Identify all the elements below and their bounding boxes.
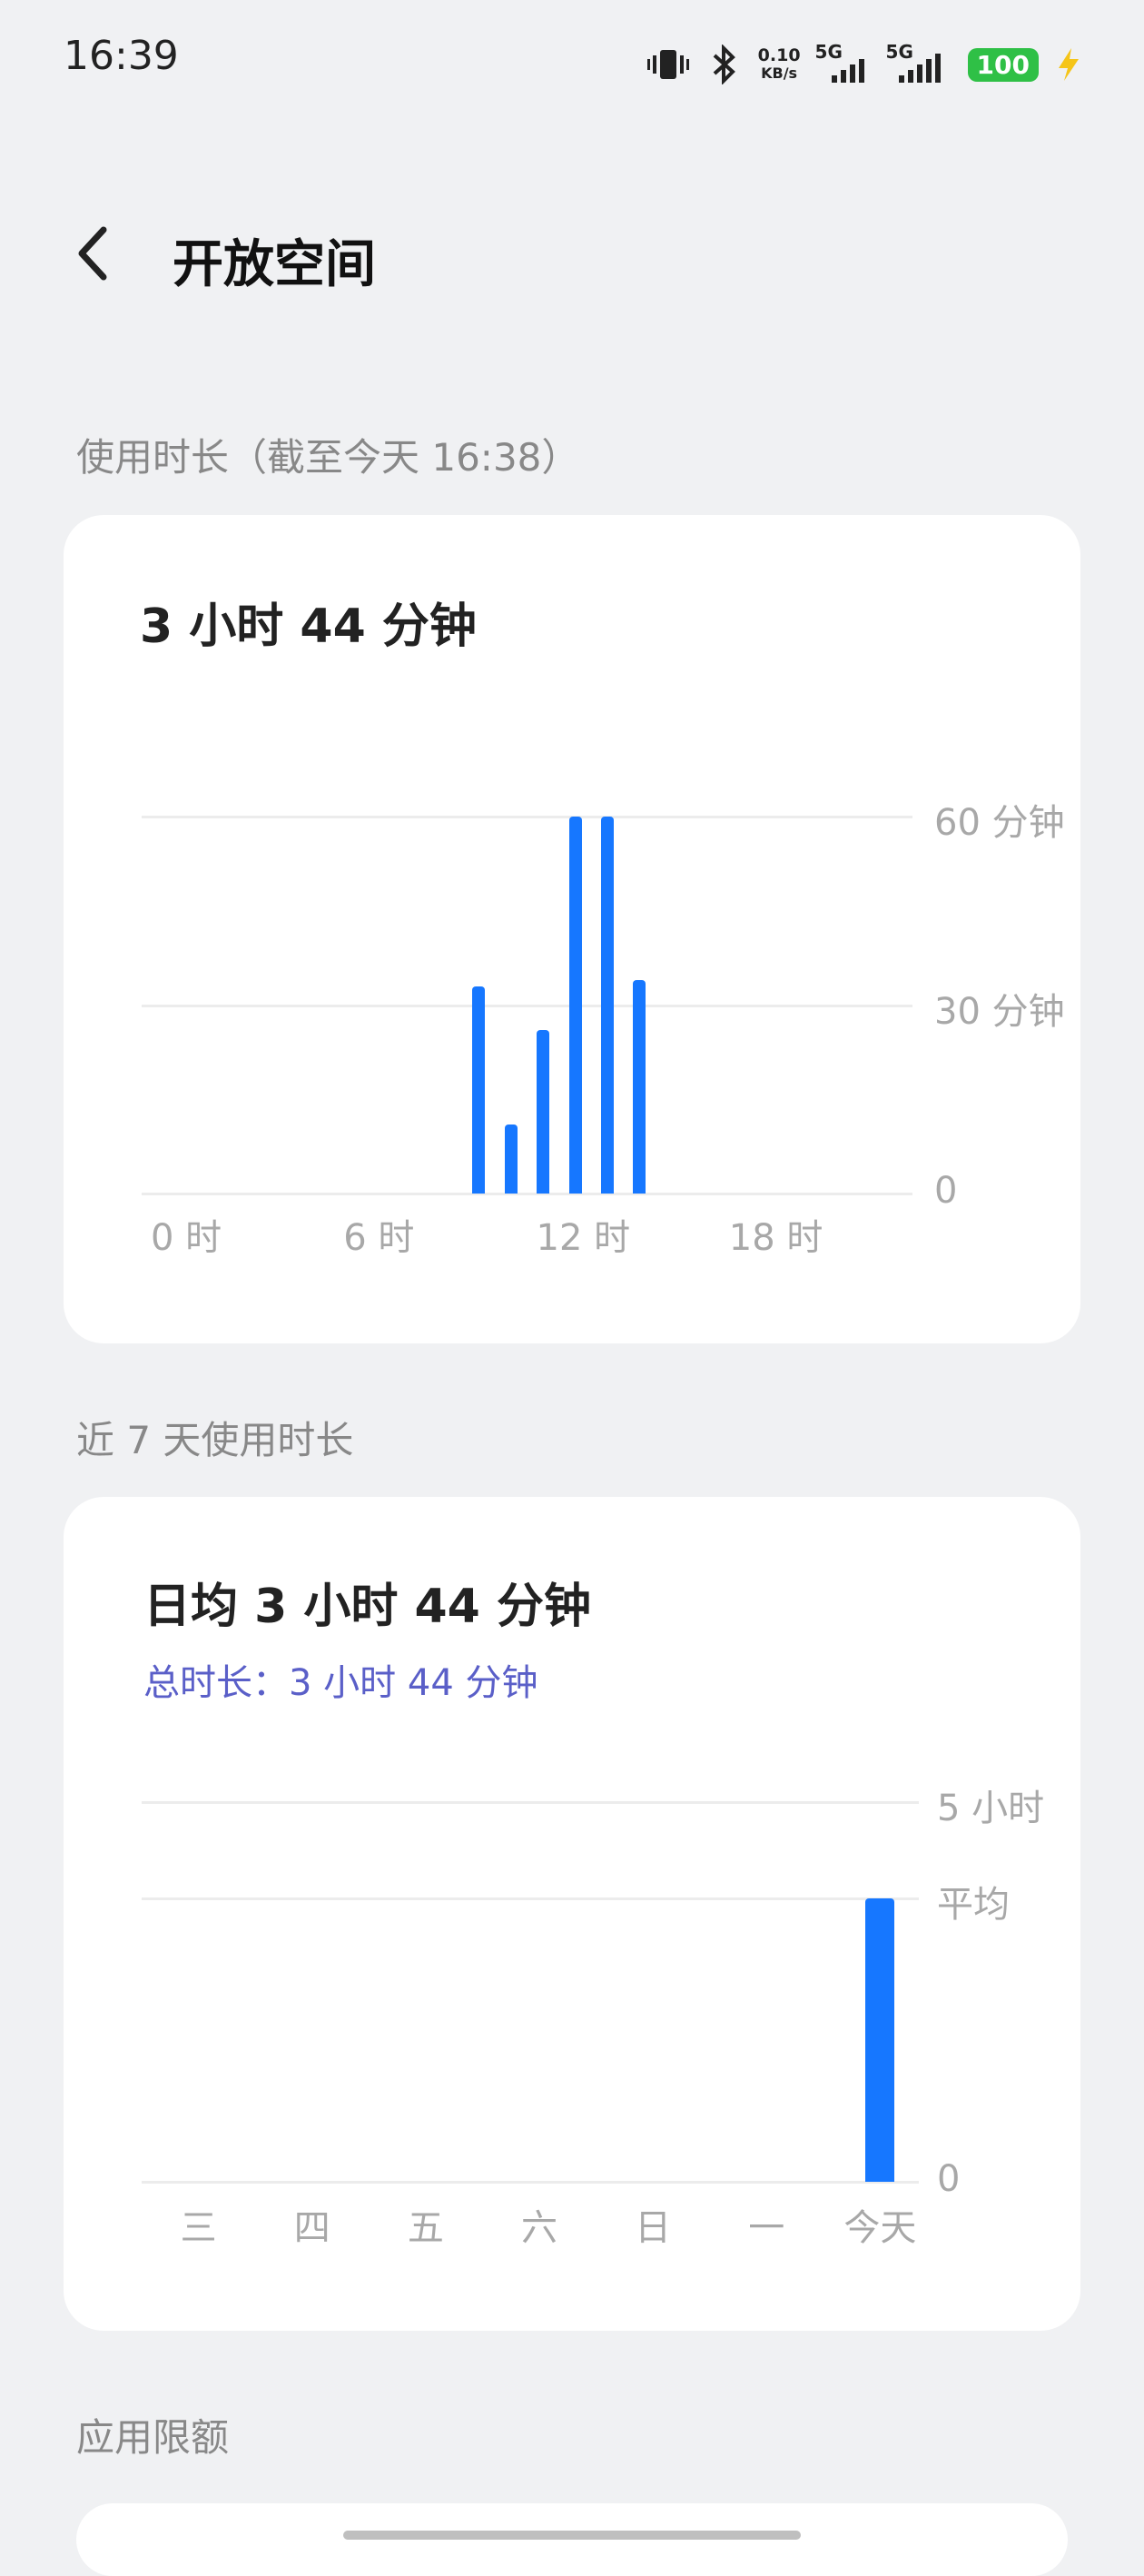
x-axis-label: 0 时 bbox=[151, 1217, 222, 1259]
home-indicator[interactable] bbox=[343, 2531, 801, 2540]
status-icons: 0.10 KB/s 5G 5G 100 bbox=[646, 33, 1082, 96]
net-speed-unit: KB/s bbox=[761, 64, 798, 82]
x-axis-label: 六 bbox=[521, 2207, 557, 2249]
page-title: 开放空间 bbox=[173, 235, 376, 294]
y-axis-label: 0 bbox=[937, 2158, 961, 2200]
bluetooth-icon bbox=[713, 45, 735, 84]
charging-icon bbox=[1059, 48, 1079, 81]
bar-hour-12 bbox=[537, 1030, 550, 1194]
y-axis-label: 60 分钟 bbox=[934, 802, 1065, 844]
x-axis-label: 12 时 bbox=[536, 1217, 631, 1259]
today-chart: 0 30 分钟 60 分钟 0 时 6 时 12 时 18 时 bbox=[64, 515, 1080, 1343]
gridline bbox=[142, 816, 912, 818]
bar-hour-15 bbox=[633, 979, 646, 1194]
gridline bbox=[142, 2181, 919, 2184]
gridline bbox=[142, 1193, 912, 1195]
x-axis-label: 6 时 bbox=[343, 1217, 415, 1259]
bar-hour-14 bbox=[600, 817, 614, 1194]
today-card: 3 小时 44 分钟 0 30 分钟 60 分钟 0 时6 时 12 时 18 时 bbox=[64, 515, 1080, 1343]
x-axis-label: 18 时 bbox=[728, 1217, 823, 1259]
sim1-label: 5G bbox=[814, 41, 843, 63]
quota-card[interactable] bbox=[76, 2503, 1068, 2576]
chevron-left-icon bbox=[78, 226, 107, 281]
status-time: 16:39 bbox=[64, 33, 179, 79]
vibrate-icon bbox=[646, 50, 689, 79]
battery-icon: 100 bbox=[967, 47, 1039, 82]
x-axis-label: 三 bbox=[180, 2207, 217, 2249]
x-axis-label: 日 bbox=[635, 2207, 672, 2249]
x-axis-label: 今天 bbox=[843, 2207, 917, 2249]
signal-icon: 5G bbox=[815, 41, 872, 83]
back-button[interactable] bbox=[71, 223, 116, 286]
bar-hour-13 bbox=[568, 817, 582, 1194]
gridline bbox=[142, 1801, 919, 1804]
sim2-label: 5G bbox=[885, 41, 913, 63]
y-axis-label: 0 bbox=[934, 1170, 958, 1212]
y-axis-label: 30 分钟 bbox=[934, 990, 1065, 1033]
x-axis-label: 五 bbox=[407, 2207, 444, 2249]
gridline bbox=[142, 1897, 919, 1901]
bar-hour-10 bbox=[472, 986, 486, 1194]
bar-hour-11 bbox=[504, 1124, 518, 1194]
net-speed-value: 0.10 bbox=[757, 45, 801, 65]
x-axis-label: 四 bbox=[293, 2207, 330, 2249]
y-axis-label: 5 小时 bbox=[937, 1788, 1045, 1829]
gridline bbox=[142, 1004, 912, 1007]
week-section-title: 近 7 天使用时长 bbox=[76, 1418, 354, 1462]
x-axis-label: 一 bbox=[748, 2207, 785, 2249]
net-speed: 0.10 KB/s bbox=[758, 46, 801, 83]
bar-day-6 bbox=[865, 1898, 895, 2182]
week-chart: 0 平均 5 小时三 四 五 六 日 一 今天 bbox=[64, 1497, 1080, 2331]
week-card: 日均 3 小时 44 分钟 总时长：3 小时 44 分钟 0 平均 5 小时三四五六… bbox=[64, 1497, 1080, 2331]
y-axis-label: 平均 bbox=[937, 1884, 1010, 1927]
today-section-title: 使用时长（截至今天 16:38） bbox=[76, 435, 580, 480]
quota-section-title: 应用限额 bbox=[76, 2415, 230, 2460]
signal-icon: 5G bbox=[886, 41, 952, 83]
